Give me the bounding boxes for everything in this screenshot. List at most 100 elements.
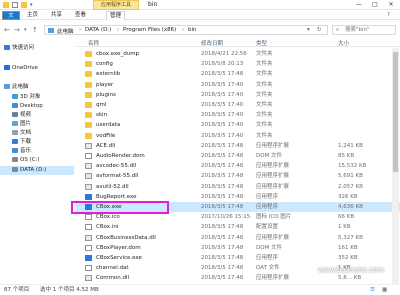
folder-icon <box>85 91 92 98</box>
selection-info: 选中 1 个项目 4.52 MB <box>40 287 99 293</box>
file-date: 2018/3/5 17:40 <box>201 81 244 88</box>
tab-manage[interactable]: 管理 <box>106 11 126 20</box>
column-type[interactable]: 类型 <box>256 39 267 47</box>
tab-share[interactable]: 共享 <box>48 11 65 20</box>
nav-item[interactable]: 视频 <box>0 111 74 120</box>
folder-icon <box>3 2 9 8</box>
properties-icon[interactable] <box>12 2 18 8</box>
nav-item[interactable]: OneDrive <box>0 64 74 73</box>
file-row[interactable]: Common.dll 2018/3/5 17:48 应用程序扩展 5,8... KB <box>76 273 400 283</box>
nav-item[interactable]: 文档 <box>0 129 74 138</box>
close-button[interactable]: ✕ <box>384 0 398 10</box>
file-row[interactable]: config 2018/5/8 20:13 文件夹 <box>76 59 400 69</box>
vertical-scrollbar[interactable] <box>392 48 399 284</box>
file-row[interactable]: ACE.dll 2018/3/5 17:48 应用程序扩展 1,241 KB <box>76 141 400 151</box>
nav-item[interactable]: 3D 对象 <box>0 93 74 102</box>
search-input[interactable]: 搜索"bin" <box>332 25 396 35</box>
file-name: CBoxService.exe <box>96 255 142 261</box>
column-date[interactable]: 修改日期 <box>201 39 223 47</box>
nav-item[interactable]: Desktop <box>0 102 74 111</box>
nav-item[interactable]: 图片 <box>0 120 74 129</box>
breadcrumb-data-drive[interactable]: DATA (D:) <box>85 27 111 33</box>
details-view-icon[interactable]: ☰ <box>370 285 375 295</box>
file-type: 文件夹 <box>256 81 273 88</box>
maximize-button[interactable]: □ <box>368 0 382 10</box>
file-name: player <box>96 81 114 88</box>
file-row[interactable]: CBoxPlayer.dom 2018/3/5 17:48 DOM 文件 161 KB <box>76 243 400 253</box>
file-row[interactable]: cbox.exe_dump 2018/4/21 22:56 文件夹 <box>76 49 400 59</box>
nav-item-label: 图片 <box>20 121 32 127</box>
folder-icon <box>85 51 92 57</box>
minimize-button[interactable]: — <box>352 0 366 10</box>
file-name: skin <box>96 112 108 119</box>
breadcrumb-this-pc[interactable]: 此电脑 <box>57 27 74 35</box>
tab-home[interactable]: 主页 <box>24 11 41 20</box>
tab-file[interactable]: 文件 <box>2 11 20 27</box>
file-date: 2018/3/5 17:40 <box>201 91 244 98</box>
file-row[interactable]: vodFile 2018/3/5 17:40 文件夹 <box>76 131 400 141</box>
file-row[interactable]: plugins 2018/3/5 17:40 文件夹 <box>76 90 400 100</box>
forward-arrow-icon[interactable]: → <box>14 26 20 34</box>
file-type: 配置设置 <box>256 224 279 231</box>
file-row[interactable]: AudioRender.dom 2018/3/5 17:48 DOM 文件 85 KB <box>76 151 400 161</box>
scrollbar-thumb[interactable] <box>393 52 398 172</box>
file-type: DOM 文件 <box>256 244 283 251</box>
file-date: 2018/3/5 17:48 <box>201 224 244 231</box>
nav-item[interactable]: 音乐 <box>0 147 74 156</box>
file-date: 2017/10/26 15:15 <box>201 214 251 221</box>
file-row[interactable]: userdata 2018/3/5 17:40 文件夹 <box>76 120 400 130</box>
context-tab-app-tools[interactable]: 应用程序工具 <box>93 0 139 10</box>
tab-view[interactable]: 查看 <box>72 11 89 20</box>
column-size[interactable]: 大小 <box>338 39 349 47</box>
file-icon <box>85 265 92 272</box>
nav-item[interactable]: 此电脑 <box>0 83 74 92</box>
nav-item[interactable]: 快速访问 <box>0 44 74 53</box>
nav-item[interactable]: OS (C:) <box>0 156 74 165</box>
column-name[interactable]: 名称 <box>88 39 99 47</box>
download-icon <box>12 139 18 144</box>
back-arrow-icon[interactable]: ← <box>4 26 10 34</box>
file-row[interactable]: skin 2018/3/5 17:40 文件夹 <box>76 110 400 120</box>
chevron-down-icon[interactable]: ▾ <box>307 27 310 33</box>
up-arrow-icon[interactable]: ↑ <box>32 26 38 34</box>
recent-locations-icon[interactable]: ▾ <box>24 27 27 33</box>
file-size: 352 KB <box>338 255 358 261</box>
file-name: avformat-55.dll <box>96 173 139 180</box>
large-icons-view-icon[interactable]: ▦ <box>382 285 387 295</box>
file-type: 应用程序 <box>256 204 279 210</box>
file-row[interactable]: CBoxService.exe 2018/3/5 17:48 应用程序 352 KB <box>76 253 400 263</box>
file-row[interactable]: CBox.ini 2018/3/5 17:48 配置设置 1 KB <box>76 222 400 232</box>
dll-icon <box>85 142 92 149</box>
nav-item[interactable]: 下载 <box>0 138 74 147</box>
file-icon <box>85 153 92 159</box>
file-type: 图标 ICO 图片 <box>256 214 292 221</box>
file-type: 应用程序扩展 <box>256 142 290 149</box>
navigation-pane: 快速访问 OneDrive 此电脑 3D 对象 Desktop 视频 图片文档 下载 音乐 OS … <box>0 38 74 283</box>
file-row[interactable]: player 2018/3/5 17:40 文件夹 <box>76 80 400 90</box>
help-icon[interactable]: ? <box>384 11 393 20</box>
file-row[interactable]: avformat-55.dll 2018/3/5 17:48 应用程序扩展 5,691… <box>76 171 400 181</box>
file-name: CBoxPlayer.dom <box>96 244 141 251</box>
dll-icon <box>85 163 92 170</box>
file-date: 2018/3/5 17:40 <box>201 112 244 119</box>
file-row[interactable]: avcodec-55.dll 2018/3/5 17:48 应用程序扩展 15,532… <box>76 161 400 171</box>
file-type: DAT 文件 <box>256 265 280 272</box>
breadcrumb-program-files[interactable]: Program Files (x86) <box>123 27 176 33</box>
address-field[interactable]: 此电脑 › DATA (D:) › Program Files (x86) › … <box>44 25 328 35</box>
refresh-icon[interactable]: ↻ <box>317 27 322 33</box>
file-row[interactable]: avutil-52.dll 2018/3/5 17:48 应用程序扩展 2,057 K… <box>76 182 400 192</box>
file-row[interactable]: CBoxBusinessData.dll 2018/3/5 17:48 应用程序扩展… <box>76 233 400 243</box>
file-size: 5,691 KB <box>338 173 363 180</box>
file-row[interactable]: externlib 2018/3/5 17:48 文件夹 <box>76 69 400 79</box>
file-name: userdata <box>96 122 121 129</box>
file-name: ACE.dll <box>96 142 116 149</box>
file-row[interactable]: qml 2018/3/5 17:40 文件夹 <box>76 100 400 110</box>
chevron-down-icon[interactable]: ▾ <box>30 2 36 8</box>
file-size: 1,241 KB <box>338 142 363 149</box>
new-folder-icon[interactable] <box>21 2 27 8</box>
file-type: 文件夹 <box>256 91 273 98</box>
file-icon <box>85 224 92 231</box>
breadcrumb-bin[interactable]: bin <box>188 27 197 33</box>
file-size: 5,327 KB <box>338 234 363 241</box>
nav-item[interactable]: DATA (D:) <box>0 166 74 175</box>
